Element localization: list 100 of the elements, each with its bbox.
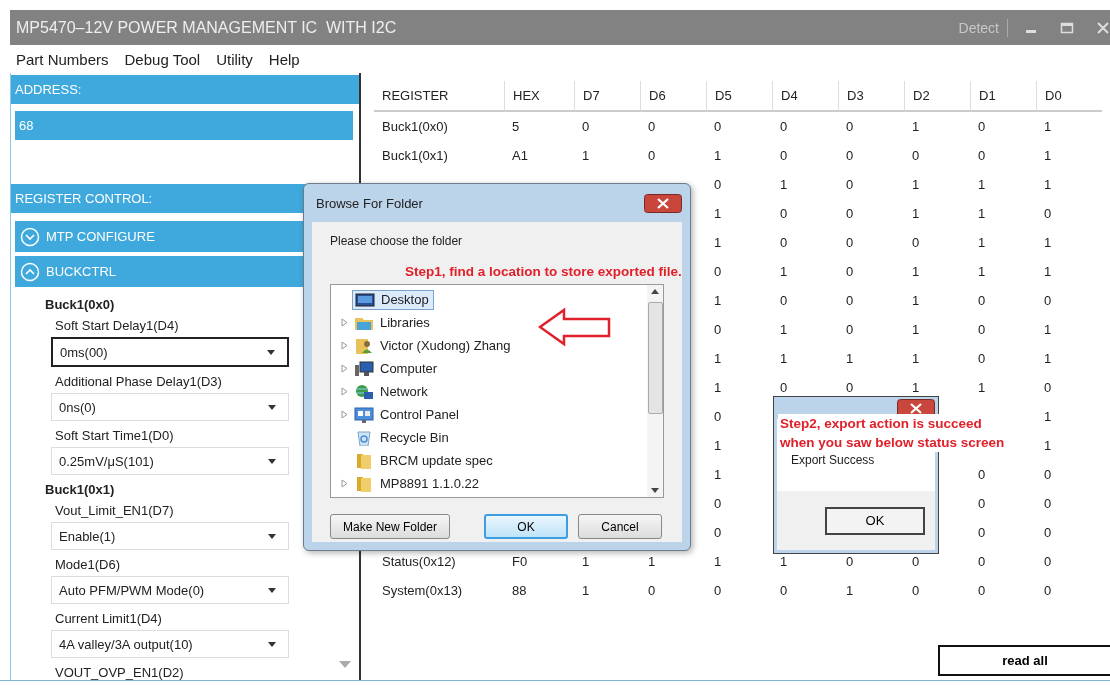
dialog-button[interactable]: OK (484, 514, 568, 539)
field-label: Soft Start Delay1(D4) (55, 318, 180, 333)
table-cell-text: 1 (977, 263, 987, 281)
scroll-up-arrow-icon[interactable] (651, 289, 659, 294)
table-cell-text: 1 (911, 379, 921, 397)
table-cell-text: 0 (779, 147, 789, 165)
table-cell-text: 1 (1043, 176, 1053, 194)
dropdown-arrow-icon (267, 349, 275, 355)
expand-arrow-icon[interactable] (341, 364, 348, 373)
control-panel-icon (354, 406, 374, 423)
tree-item[interactable]: Recycle Bin (352, 428, 453, 447)
field-label: Mode1(D6) (55, 557, 122, 572)
table-cell-text: 0 (1043, 524, 1053, 542)
table-cell-text: 0 (1043, 495, 1053, 513)
menu-item[interactable]: Help (268, 50, 300, 68)
dropdown[interactable]: Enable(1) (51, 522, 289, 550)
dialog-button[interactable]: Make New Folder (330, 514, 450, 539)
folder-icon (354, 475, 374, 492)
dropdown[interactable]: 0ms(00) (51, 337, 289, 367)
table-cell-text: 1 (713, 234, 723, 252)
annotation-text: Step2, export action is succeed when you saw below status screen (778, 414, 1007, 452)
table-cell-text: 0 (845, 321, 855, 339)
table-cell-text: 0 (845, 147, 855, 165)
table-cell-text: 0 (977, 350, 987, 368)
table-cell-text: 1 (977, 205, 987, 223)
table-cell-text: 0 (845, 234, 855, 252)
table-cell-text: A1 (511, 147, 529, 165)
dropdown[interactable]: 0ns(0) (51, 393, 289, 421)
table-cell-text: 1 (779, 350, 789, 368)
table-cell-text: 1 (1043, 234, 1053, 252)
tree-item[interactable]: Network (352, 382, 432, 401)
table-cell-text: 5 (511, 118, 521, 136)
dialog-button[interactable]: Cancel (578, 514, 662, 539)
table-cell-text: 1 (1043, 147, 1053, 165)
close-icon[interactable] (644, 193, 682, 213)
table-cell-text: 0 (845, 379, 855, 397)
table-cell-text: 0 (779, 118, 789, 136)
table-cell-text: 1 (1043, 263, 1053, 281)
table-cell-text: Buck1(0x0) (381, 118, 449, 136)
table-cell-text: 1 (1043, 321, 1053, 339)
scrollbar[interactable] (647, 285, 663, 497)
table-cell-text: 0 (977, 553, 987, 571)
menu-item[interactable]: Debug Tool (124, 50, 201, 68)
table-cell-text: 1 (845, 350, 855, 368)
table-cell-text: 1 (713, 553, 723, 571)
table-cell-text: 1 (779, 321, 789, 339)
menu-item[interactable]: Part Numbers (16, 50, 109, 68)
table-cell-text: 0 (977, 292, 987, 310)
tree-item[interactable]: BRCM update spec (352, 451, 497, 470)
tree-item[interactable]: Victor (Xudong) Zhang (352, 336, 515, 355)
register-group-title: Buck1(0x1) (45, 482, 116, 497)
expand-arrow-icon[interactable] (341, 341, 348, 350)
table-cell-text: 0 (713, 176, 723, 194)
dropdown[interactable]: 0.25mV/μS(101) (51, 447, 289, 475)
expand-arrow-icon[interactable] (341, 318, 348, 327)
table-cell-text: 1 (581, 553, 591, 571)
table-cell-text: 0 (647, 147, 657, 165)
dropdown[interactable]: 4A valley/3A output(10) (51, 630, 289, 658)
table-cell-text: 1 (581, 582, 591, 600)
table-cell-text: 1 (911, 350, 921, 368)
tree-item[interactable]: Computer (352, 359, 442, 378)
expand-arrow-icon[interactable] (341, 479, 348, 488)
table-cell-text: 0 (977, 495, 987, 513)
menu-item[interactable]: Utility (216, 50, 253, 68)
column-header: D5 (706, 81, 772, 112)
folder-icon (354, 452, 374, 469)
table-cell-text: 0 (1043, 205, 1053, 223)
table-cell-text: 1 (779, 263, 789, 281)
table-cell-text: 1 (1043, 408, 1053, 426)
table-cell-text: 1 (911, 118, 921, 136)
tree-item[interactable]: Desktop (352, 289, 434, 310)
scroll-down-arrow-icon[interactable] (651, 488, 659, 493)
chevron-down-icon (20, 226, 40, 247)
table-cell-text: 0 (779, 234, 789, 252)
maximize-icon[interactable] (1060, 20, 1074, 35)
tree-item[interactable]: MP8891 1.1.0.22 (352, 474, 484, 493)
column-header: D7 (574, 81, 640, 112)
table-cell-text: 0 (911, 147, 921, 165)
table-cell-text: 1 (911, 263, 921, 281)
tree-item[interactable]: Libraries (352, 313, 434, 332)
table-cell-text: 1 (977, 176, 987, 194)
expand-arrow-icon[interactable] (341, 410, 348, 419)
expand-arrow-icon[interactable] (341, 387, 348, 396)
dropdown-arrow-icon (268, 587, 276, 593)
table-cell-text: 0 (713, 408, 723, 426)
field-label: Current Limit1(D4) (55, 611, 163, 626)
field-label: VOUT_OVP_EN1(D2) (55, 665, 185, 680)
scroll-thumb[interactable] (647, 302, 663, 414)
read-all-button[interactable]: read all (938, 645, 1110, 676)
ok-button[interactable]: OK (825, 506, 925, 535)
export-message: Export Success (791, 453, 876, 467)
table-cell-text: 0 (779, 582, 789, 600)
table-cell-text: F0 (511, 553, 529, 571)
table-cell-text: 0 (845, 176, 855, 194)
dropdown[interactable]: Auto PFM/PWM Mode(0) (51, 576, 289, 604)
field-label: Soft Start Time1(D0) (55, 428, 175, 443)
column-header: D3 (838, 81, 904, 112)
tree-item[interactable]: Control Panel (352, 405, 463, 424)
table-cell-text: 0 (713, 582, 723, 600)
table-cell-text: 1 (713, 205, 723, 223)
